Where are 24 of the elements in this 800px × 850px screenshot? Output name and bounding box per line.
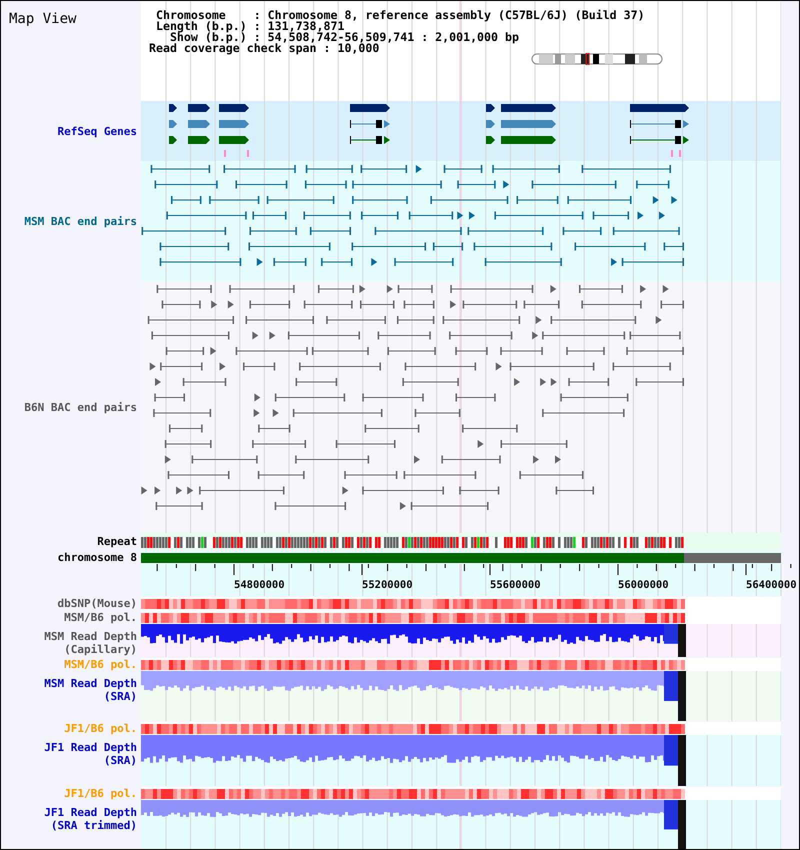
axis-label: 55200000 xyxy=(362,579,413,591)
track-label: Repeat xyxy=(97,535,137,548)
track-label: MSM Read Depth (SRA) xyxy=(44,677,137,703)
view-title: Map View xyxy=(9,11,78,27)
axis-label: 56000000 xyxy=(618,579,669,591)
track-label: dbSNP(Mouse) xyxy=(58,596,137,610)
track-label: B6N BAC end pairs xyxy=(24,400,137,414)
track-label: JF1 Read Depth (SRA) xyxy=(44,741,137,767)
info-line: Show (b.p.) : 54,508,742-56,509,741 : 2,001,000 bp xyxy=(170,32,520,43)
track-label: MSM/B6 pol. xyxy=(64,658,137,670)
info-line: Read coverage check span : 10,000 xyxy=(149,43,380,54)
track-label: MSM Read Depth (Capillary) xyxy=(44,630,137,656)
track-label: MSM/B6 pol. xyxy=(64,610,137,624)
axis-label: 54800000 xyxy=(234,579,285,591)
track-label: chromosome 8 xyxy=(58,550,137,564)
track-label: JF1/B6 pol. xyxy=(64,722,137,734)
info-line: Length (b.p.) : 131,738,871 xyxy=(154,21,344,32)
track-label: MSM BAC end pairs xyxy=(24,214,137,228)
info-line: Chromosome : Chromosome 8, reference assembly (C57BL/6J) (Build 37) xyxy=(154,10,645,21)
axis-label: 56400000 xyxy=(746,579,797,591)
track-label: JF1 Read Depth (SRA trimmed) xyxy=(44,806,137,832)
axis-label: 55600000 xyxy=(490,579,541,591)
track-label: RefSeq Genes xyxy=(58,124,137,138)
track-label: JF1/B6 pol. xyxy=(64,786,137,800)
